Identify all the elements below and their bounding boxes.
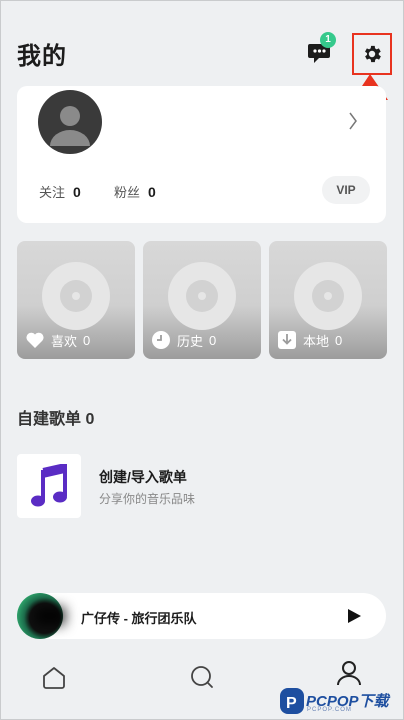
- tile-count: 0: [335, 332, 343, 348]
- follow-label: 关注: [39, 185, 66, 200]
- tile-local[interactable]: 本地 0: [269, 241, 387, 359]
- tile-label: 本地: [303, 333, 330, 349]
- mini-player[interactable]: 广仔传 - 旅行团乐队: [17, 593, 386, 639]
- watermark-subtext: PCPOP.COM: [307, 707, 352, 713]
- search-icon[interactable]: [189, 664, 215, 690]
- tile-count: 0: [209, 332, 217, 348]
- create-playlist-cover[interactable]: [17, 454, 81, 518]
- disc-icon: [168, 262, 236, 330]
- page-title: 我的: [17, 43, 67, 70]
- gear-icon: [365, 45, 381, 63]
- settings-button[interactable]: [352, 33, 392, 75]
- create-playlist-title[interactable]: 创建/导入歌单: [99, 467, 187, 487]
- tile-label: 历史: [177, 333, 204, 349]
- profile-card[interactable]: 关注 0 粉丝 0 VIP: [17, 86, 386, 223]
- profile-icon[interactable]: [336, 660, 362, 686]
- follow-stat[interactable]: 关注 0: [39, 182, 81, 201]
- fans-stat[interactable]: 粉丝 0: [114, 182, 156, 201]
- home-icon[interactable]: [41, 664, 67, 690]
- svg-text:P: P: [286, 695, 297, 712]
- fans-label: 粉丝: [114, 185, 141, 200]
- download-icon: [278, 331, 296, 349]
- tile-count: 0: [83, 332, 91, 348]
- section-title: 自建歌单 0: [17, 411, 95, 428]
- avatar[interactable]: [38, 90, 102, 154]
- tile-likes[interactable]: 喜欢 0: [17, 241, 135, 359]
- disc-icon: [42, 262, 110, 330]
- album-art[interactable]: [17, 593, 63, 639]
- tile-label: 喜欢: [51, 333, 78, 349]
- play-icon[interactable]: [346, 608, 362, 624]
- vip-button[interactable]: VIP: [322, 176, 370, 204]
- tile-history[interactable]: 历史 0: [143, 241, 261, 359]
- message-badge: 1: [320, 32, 336, 48]
- track-title: 广仔传 - 旅行团乐队: [81, 611, 197, 626]
- heart-icon: [26, 332, 44, 348]
- fans-count: 0: [148, 184, 156, 200]
- follow-count: 0: [73, 184, 81, 200]
- chevron-right-icon[interactable]: [348, 112, 358, 130]
- default-avatar-icon: [50, 106, 90, 146]
- disc-icon: [294, 262, 362, 330]
- create-playlist-subtitle: 分享你的音乐品味: [99, 492, 196, 506]
- music-note-icon: [31, 464, 67, 507]
- clock-icon: [152, 331, 170, 349]
